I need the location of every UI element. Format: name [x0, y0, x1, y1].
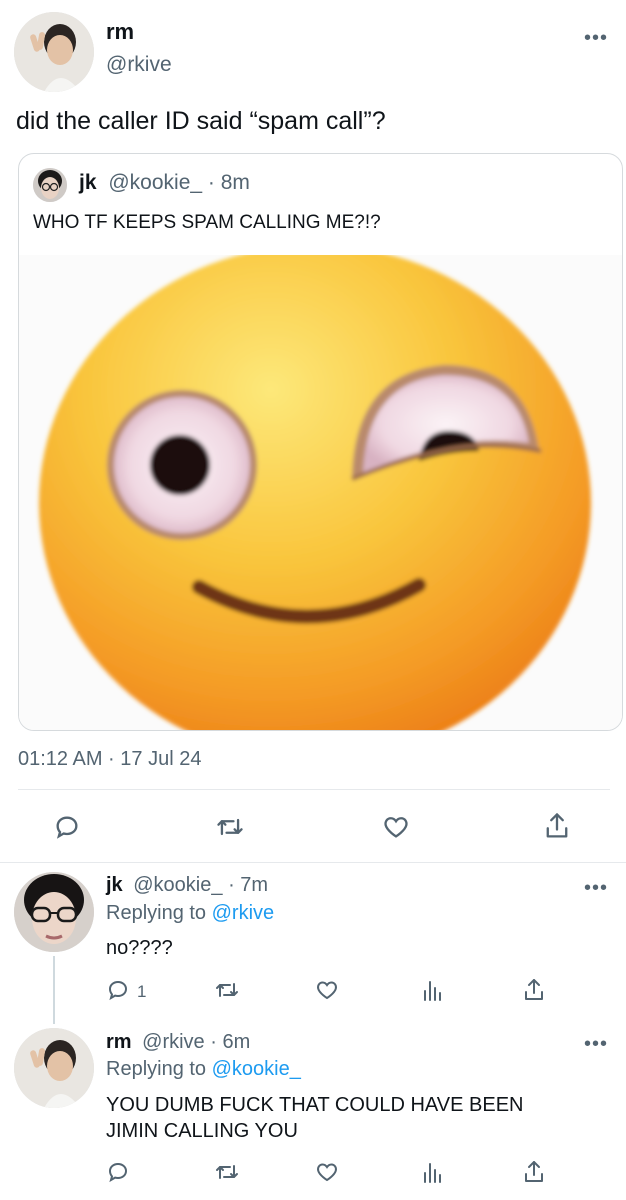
more-icon[interactable]: ••• — [584, 1034, 608, 1054]
quoted-tweet-image[interactable] — [19, 255, 622, 730]
retweet-icon[interactable] — [212, 976, 242, 1004]
reply-time: · 6m — [210, 1031, 251, 1053]
avatar-rm[interactable] — [14, 12, 94, 92]
reply-text-line-2: JIMIN CALLING YOU — [106, 1120, 298, 1142]
author-name[interactable]: rm — [106, 19, 134, 45]
quoted-tweet-card[interactable]: jk @kookie_ · 8m WHO TF KEEPS SPAM CALLI… — [18, 153, 623, 731]
share-icon[interactable] — [540, 808, 574, 844]
divider — [0, 862, 626, 863]
replying-to-link[interactable]: @kookie_ — [212, 1058, 301, 1080]
reply-count: 1 — [137, 982, 147, 1001]
replying-to-link[interactable]: @rkive — [212, 902, 275, 924]
reply-icon[interactable] — [50, 810, 84, 844]
like-icon[interactable] — [313, 1158, 341, 1186]
analytics-icon[interactable] — [418, 976, 446, 1004]
reply-avatar-rm[interactable] — [14, 1028, 94, 1108]
replying-to-label: Replying to — [106, 902, 207, 924]
reply-text: no???? — [106, 937, 173, 959]
reply-icon[interactable] — [104, 976, 132, 1004]
thread-line — [53, 956, 55, 1024]
reply-author-handle[interactable]: @kookie_ — [133, 874, 222, 896]
like-icon[interactable] — [379, 810, 413, 844]
divider — [18, 789, 610, 790]
quoted-avatar-jk[interactable] — [33, 168, 67, 202]
more-icon[interactable]: ••• — [584, 878, 608, 898]
like-icon[interactable] — [313, 976, 341, 1004]
share-icon[interactable] — [520, 1157, 548, 1187]
retweet-icon[interactable] — [212, 810, 248, 844]
reply-author-name[interactable]: jk — [106, 874, 123, 896]
quoted-author-handle[interactable]: @kookie_ — [108, 171, 202, 194]
reply-time: · 7m — [228, 874, 269, 896]
reply-avatar-jk[interactable] — [14, 872, 94, 952]
analytics-icon[interactable] — [418, 1158, 446, 1186]
reply-text-line-1: YOU DUMB FUCK THAT COULD HAVE BEEN — [106, 1094, 524, 1116]
share-icon[interactable] — [520, 975, 548, 1005]
replying-to-label: Replying to — [106, 1058, 207, 1080]
tweet-text: did the caller ID said “spam call”? — [16, 107, 386, 135]
quoted-tweet-time: · 8m — [207, 171, 250, 194]
tweet-timestamp[interactable]: 01:12 AM · 17 Jul 24 — [18, 748, 201, 771]
quoted-tweet-text: WHO TF KEEPS SPAM CALLING ME?!? — [33, 212, 381, 233]
reply-author-name[interactable]: rm — [106, 1031, 132, 1053]
reply-author-handle[interactable]: @rkive — [142, 1031, 205, 1053]
more-icon[interactable]: ••• — [584, 28, 608, 48]
quoted-author-name[interactable]: jk — [79, 171, 97, 194]
author-handle[interactable]: @rkive — [106, 53, 172, 77]
retweet-icon[interactable] — [212, 1158, 242, 1186]
reply-icon[interactable] — [104, 1158, 132, 1186]
